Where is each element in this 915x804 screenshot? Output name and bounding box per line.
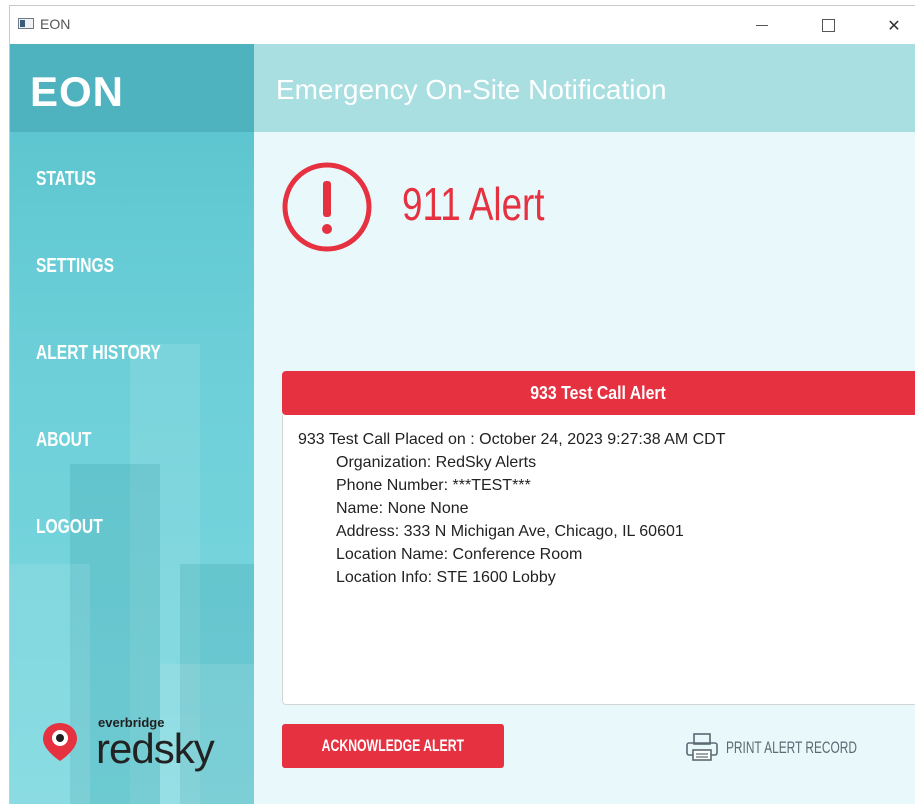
- alert-heading: 911 Alert: [402, 178, 545, 230]
- sidebar: EON STATUS SETTINGS ALERT HISTORY ABOUT …: [10, 44, 254, 804]
- location-pin-icon: [43, 723, 77, 761]
- close-button[interactable]: ✕: [872, 6, 915, 44]
- alert-panel-header: 933 Test Call Alert: [282, 371, 915, 415]
- minimize-button[interactable]: [740, 6, 784, 44]
- window-title: EON: [40, 16, 71, 32]
- sidebar-header: EON: [10, 44, 254, 132]
- exclamation-circle-icon: [282, 162, 372, 252]
- print-alert-record-label: PRINT ALERT RECORD: [726, 738, 857, 757]
- acknowledge-alert-button[interactable]: ACKNOWLEDGE ALERT: [282, 724, 504, 768]
- brand-logo: everbridge redsky: [38, 709, 238, 789]
- app-logo: EON: [30, 68, 125, 115]
- sidebar-item-settings[interactable]: SETTINGS: [36, 255, 114, 278]
- detail-line: Location Name: Conference Room: [336, 546, 583, 563]
- sidebar-item-about[interactable]: ABOUT: [36, 429, 91, 452]
- alert-panel-title: 933 Test Call Alert: [530, 382, 666, 403]
- title-bar: EON ✕: [10, 6, 915, 44]
- detail-line: Location Info: STE 1600 Lobby: [336, 569, 556, 586]
- main-content: Emergency On-Site Notification 911 Alert…: [254, 44, 915, 804]
- detail-line: Phone Number: ***TEST***: [336, 477, 531, 494]
- detail-line: 933 Test Call Placed on : October 24, 20…: [298, 431, 726, 448]
- alert-details-panel: 933 Test Call Placed on : October 24, 20…: [282, 415, 915, 705]
- brand-name: redsky: [96, 725, 215, 772]
- app-window: EON ✕ EON STATUS SETTINGS ALERT HISTORY …: [9, 5, 915, 804]
- detail-line: Organization: RedSky Alerts: [336, 454, 537, 471]
- sidebar-item-status[interactable]: STATUS: [36, 168, 96, 191]
- print-alert-record-button[interactable]: PRINT ALERT RECORD: [684, 730, 884, 766]
- detail-line: Address: 333 N Michigan Ave, Chicago, IL…: [336, 523, 684, 540]
- sidebar-item-alert-history[interactable]: ALERT HISTORY: [36, 342, 161, 365]
- main-header: Emergency On-Site Notification: [254, 44, 915, 132]
- sidebar-item-logout[interactable]: LOGOUT: [36, 516, 103, 539]
- printer-icon: [686, 733, 718, 761]
- detail-line: Name: None None: [336, 500, 469, 517]
- app-window-icon: [18, 18, 34, 29]
- maximize-button[interactable]: [806, 6, 850, 44]
- acknowledge-alert-label: ACKNOWLEDGE ALERT: [321, 736, 465, 755]
- page-title: Emergency On-Site Notification: [276, 74, 667, 105]
